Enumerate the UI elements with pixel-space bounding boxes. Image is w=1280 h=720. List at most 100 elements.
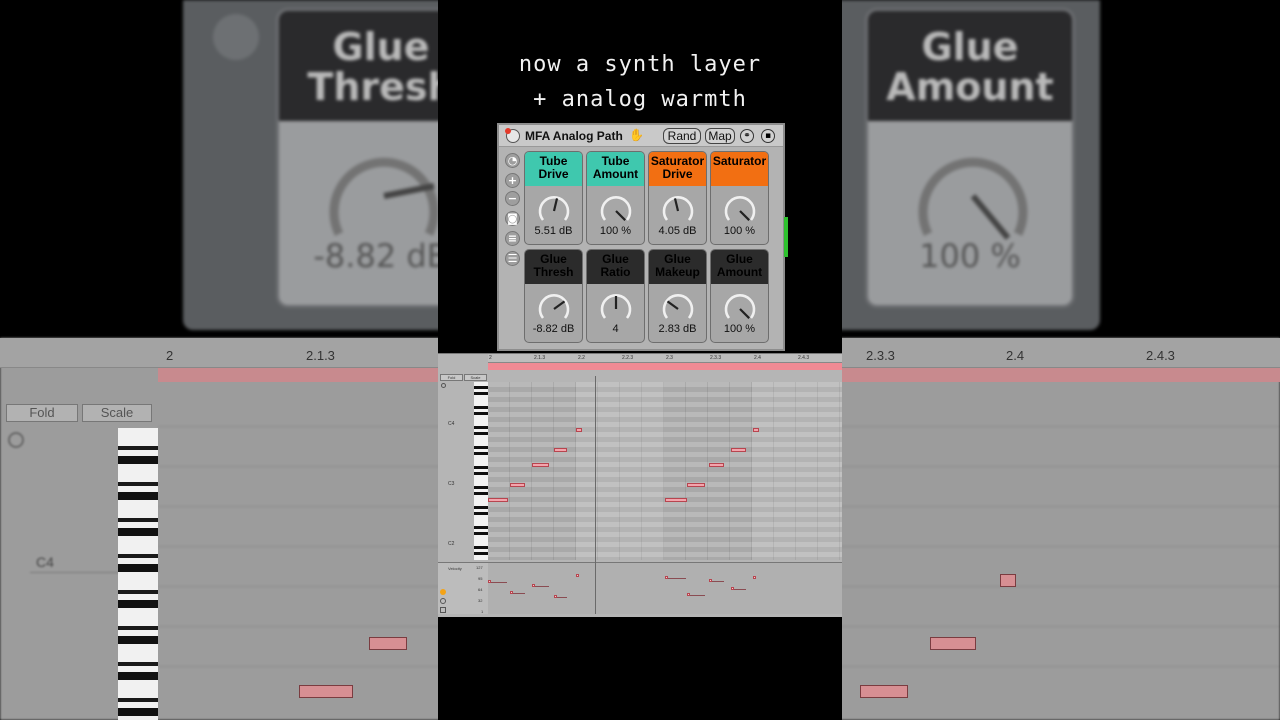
macro-label: Saturator Drive — [649, 152, 706, 186]
audio-effect-rack: MFA Analog Path ✋ Rand Map ⚭ ▪ ◔ + − ◙ ≡… — [497, 123, 788, 351]
playhead — [595, 376, 596, 614]
macro-knob[interactable] — [723, 194, 757, 224]
velocity-lane-header: Velocity 127 95 64 32 1 — [438, 562, 488, 614]
knob-pointer — [739, 210, 750, 221]
save-icon[interactable]: ▪ — [761, 129, 775, 143]
knob-pointer — [673, 198, 680, 212]
knob-pointer — [739, 308, 750, 319]
ruler-label: 2.4 — [754, 355, 761, 361]
macro-cell: Tube Amount 100 % — [586, 151, 645, 245]
midi-note[interactable] — [665, 498, 687, 502]
macro-cell: Glue Makeup 2.83 dB — [648, 249, 707, 343]
background-note — [369, 637, 407, 650]
knob-icon — [918, 157, 1028, 240]
macro-value: -8.82 dB — [532, 323, 575, 335]
expand-lane-icon[interactable] — [440, 607, 446, 613]
background-note — [1000, 574, 1016, 587]
macro-value: 100 % — [723, 323, 756, 335]
link-icon[interactable]: ⚭ — [740, 129, 754, 143]
add-macro-icon[interactable]: + — [505, 173, 520, 188]
velocity-tick: 32 — [478, 598, 483, 603]
macro-label: Saturator — [711, 152, 768, 186]
macro-value: 100 % — [723, 225, 756, 237]
macro-label: Glue Ratio — [587, 250, 644, 284]
velocity-toggle-icon[interactable] — [440, 589, 446, 595]
background-piano-keys — [118, 428, 158, 720]
caption-line-1: now a synth layer — [518, 52, 762, 77]
roll-ruler: 2 2.1.3 2.2 2.2.3 2.3 2.3.3 2.4 2.4.3 — [488, 354, 842, 363]
snapshot-icon[interactable]: ◙ — [505, 211, 520, 226]
power-icon[interactable] — [505, 128, 520, 143]
fold-button[interactable]: Fold — [440, 374, 463, 381]
knob-pointer — [666, 300, 679, 310]
device-title-bar: MFA Analog Path ✋ Rand Map ⚭ ▪ — [499, 125, 783, 147]
octave-label: C3 — [448, 481, 455, 487]
ruler-label: 2.3 — [666, 355, 673, 361]
ruler-label: 2.3.3 — [866, 348, 895, 363]
macro-knob[interactable] — [537, 292, 571, 322]
velocity-tick: 127 — [476, 565, 483, 570]
macro-cell: Glue Ratio 4 — [586, 249, 645, 343]
ruler-label: 2 — [166, 348, 174, 363]
background-fold-button: Fold — [6, 404, 78, 422]
piano-roll: 2 2.1.3 2.2 2.2.3 2.3 2.3.3 2.4 2.4.3 Fo… — [438, 353, 842, 617]
midi-note[interactable] — [554, 448, 567, 452]
macro-value: 5.51 dB — [534, 225, 573, 237]
midi-note[interactable] — [731, 448, 746, 452]
map-button[interactable]: Map — [705, 128, 735, 144]
midi-note[interactable] — [532, 463, 549, 467]
midi-note[interactable] — [709, 463, 724, 467]
ruler-label: 2.4.3 — [1146, 348, 1175, 363]
midi-note[interactable] — [753, 428, 759, 432]
rand-button[interactable]: Rand — [663, 128, 701, 144]
background-macro-right: Glue Amount 100 % — [865, 8, 1075, 308]
velocity-lane[interactable] — [488, 562, 842, 614]
note-grid[interactable] — [488, 382, 842, 560]
ruler-label: 2.4.3 — [798, 355, 810, 361]
macro-knob[interactable] — [599, 292, 633, 322]
macro-knob[interactable] — [599, 194, 633, 224]
ruler-label: 2.1.3 — [534, 355, 546, 361]
loop-brace[interactable] — [488, 363, 842, 370]
variations-icon[interactable]: ≡ — [505, 231, 520, 246]
list-icon — [213, 14, 259, 60]
ruler-label: 2.3.3 — [710, 355, 722, 361]
hand-icon[interactable]: ✋ — [629, 128, 644, 142]
remove-macro-icon[interactable]: − — [505, 191, 520, 206]
midi-note[interactable] — [576, 428, 582, 432]
macro-label: Tube Amount — [587, 152, 644, 186]
scale-button[interactable]: Scale — [464, 374, 487, 381]
knob-pointer — [552, 198, 559, 212]
background-macro-label: Glue Amount — [868, 11, 1072, 121]
chain-list-icon[interactable]: ☰ — [505, 251, 520, 266]
background-key-label: C4 — [36, 554, 54, 570]
midi-note[interactable] — [687, 483, 705, 487]
screen: Glue Thresh -8.82 dB Glue Amount 100 % C… — [0, 0, 1280, 720]
ruler-label: 2 — [489, 355, 492, 361]
octave-label: C2 — [448, 541, 455, 547]
midi-note[interactable] — [488, 498, 508, 502]
piano-keys[interactable] — [474, 382, 488, 560]
macro-knob[interactable] — [661, 292, 695, 322]
ruler-label: 2.2 — [578, 355, 585, 361]
headphones-icon — [8, 432, 24, 448]
macro-cell: Glue Amount 100 % — [710, 249, 769, 343]
background-note — [299, 685, 353, 698]
macro-knob[interactable] — [661, 194, 695, 224]
macro-label: Glue Makeup — [649, 250, 706, 284]
macro-knob[interactable] — [537, 194, 571, 224]
chance-toggle-icon[interactable] — [440, 598, 446, 604]
macro-cell: Saturator 100 % — [710, 151, 769, 245]
macro-knob[interactable] — [723, 292, 757, 322]
preview-icon[interactable] — [441, 383, 446, 388]
device-title: MFA Analog Path — [525, 129, 623, 143]
output-meter — [784, 217, 788, 257]
macro-label: Glue Thresh — [525, 250, 582, 284]
midi-note[interactable] — [510, 483, 525, 487]
knob-pointer — [553, 300, 566, 310]
macro-value: 4 — [612, 323, 619, 335]
video-column: now a synth layer + analog warmth MFA An… — [438, 0, 842, 720]
show-macros-icon[interactable]: ◔ — [505, 153, 520, 168]
macro-cell: Tube Drive 5.51 dB — [524, 151, 583, 245]
background-note — [860, 685, 908, 698]
